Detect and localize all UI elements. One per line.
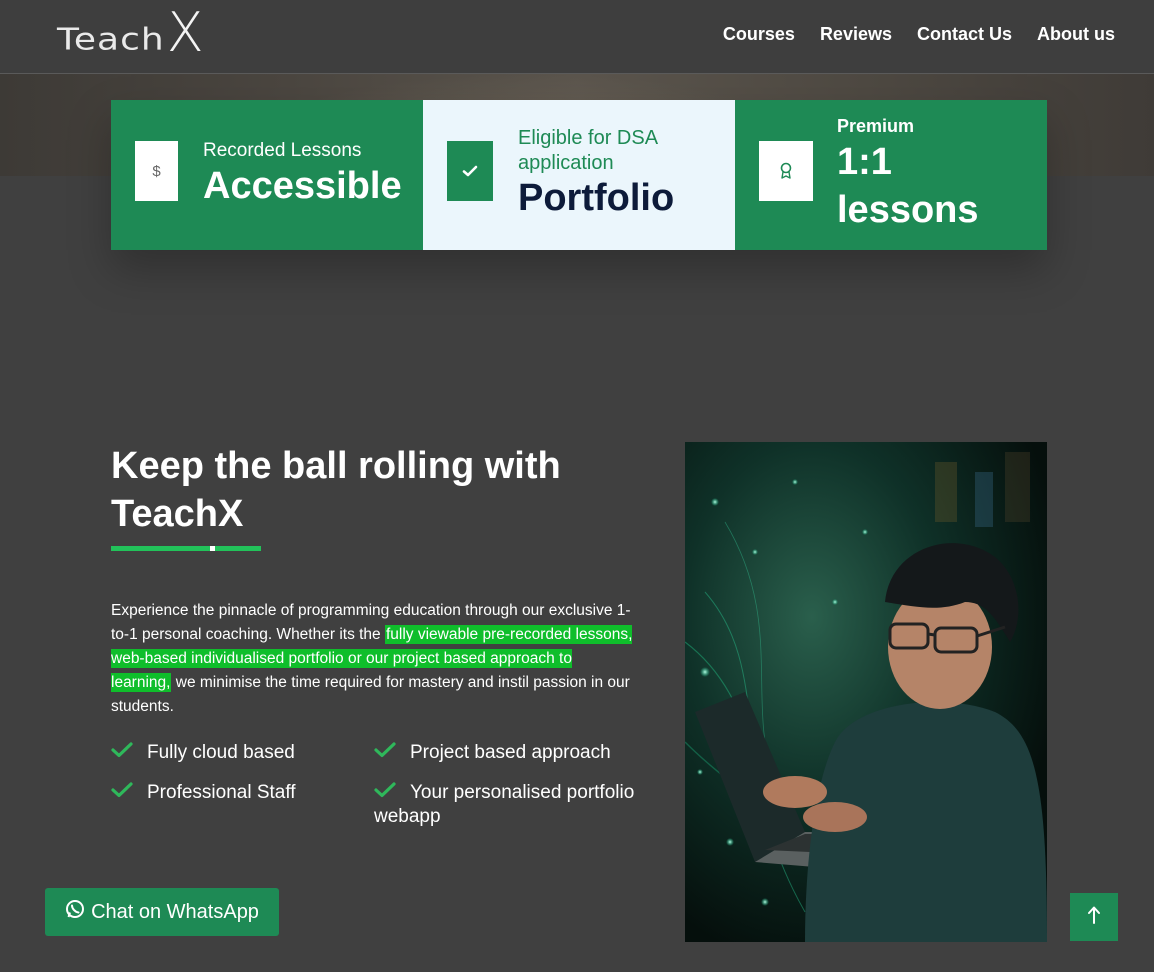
card-title: Portfolio [518,177,675,219]
check-icon [111,741,133,765]
dollar-icon: $ [135,141,178,201]
card-caption: Premium [837,116,915,136]
card-caption: Eligible for DSA application [518,127,657,174]
card-portfolio: Eligible for DSA application Portfolio [423,100,735,250]
site-header: Teach X Courses Reviews Contact Us About … [0,0,1154,74]
feature-label: Fully cloud based [147,742,295,764]
check-icon [374,741,396,765]
intro-paragraph: Experience the pinnacle of programming e… [111,599,636,719]
check-icon [111,781,133,805]
nav-link-courses[interactable]: Courses [723,24,795,45]
whatsapp-label: Chat on WhatsApp [91,900,259,923]
main-nav: Courses Reviews Contact Us About us [698,24,1115,45]
feature-label: Your personalised portfolio webapp [374,782,635,828]
nav-link-about-us[interactable]: About us [1037,24,1115,45]
check-icon [447,141,493,201]
feature-label: Professional Staff [147,782,296,804]
arrow-up-icon [1087,905,1101,930]
award-icon [759,141,813,201]
back-to-top-button[interactable] [1070,893,1118,941]
card-recorded-lessons: $ Recorded Lessons Accessible [111,100,423,250]
card-premium-lessons: Premium 1:1 lessons [735,100,1047,250]
feature-item: Professional Staff [111,781,374,829]
headline-underline [111,546,261,551]
nav-link-reviews[interactable]: Reviews [820,24,892,45]
intro-text-end: we minimise the time required for master… [111,674,630,715]
nav-link-contact-us[interactable]: Contact Us [917,24,1012,45]
logo-text: Teach [57,22,165,57]
logo-x: X [166,1,205,64]
whatsapp-icon [65,899,85,925]
card-caption: Recorded Lessons [203,140,362,161]
section-headline: Keep the ball rolling with TeachX [111,445,561,535]
feature-item: Your personalised portfolio webapp [374,781,651,829]
feature-cards: $ Recorded Lessons Accessible Eligible f… [111,100,1047,250]
feature-list: Fully cloud based Project based approach… [111,741,651,829]
whatsapp-chat-button[interactable]: Chat on WhatsApp [45,888,279,936]
card-title: 1:1 lessons [837,141,979,231]
teachx-logo[interactable]: Teach X [57,6,205,60]
feature-item: Fully cloud based [111,741,374,765]
feature-label: Project based approach [410,742,611,764]
student-coding-photo [685,442,1047,942]
feature-item: Project based approach [374,741,651,765]
check-icon [374,781,396,805]
card-title: Accessible [203,165,402,207]
